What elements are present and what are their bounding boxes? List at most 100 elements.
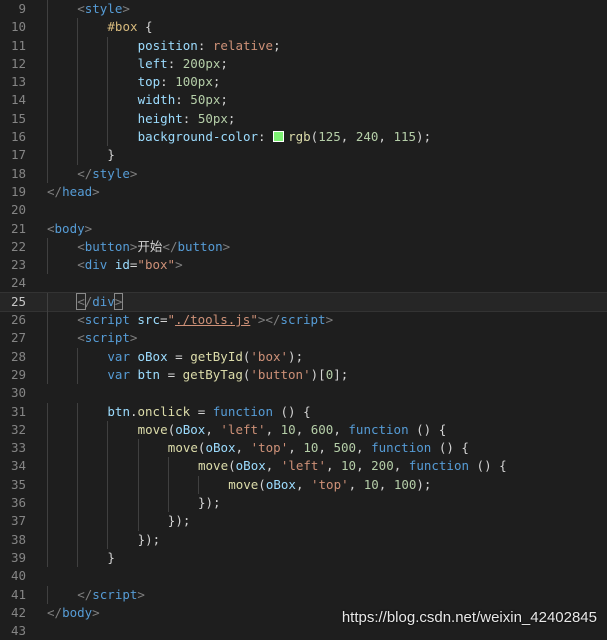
indent-guide xyxy=(167,494,169,513)
code-line[interactable]: 31 btn.onclick = function () { xyxy=(0,402,607,421)
code-line[interactable]: 12 left: 200px; xyxy=(0,54,607,74)
line-number: 37 xyxy=(10,513,26,529)
token-tag: style xyxy=(92,165,130,181)
token-str: " xyxy=(250,312,258,328)
code-text: background-color: rgb(125, 240, 115); xyxy=(138,128,432,146)
indent-guide xyxy=(47,329,48,348)
token-text: , xyxy=(356,440,372,456)
token-text: ; xyxy=(273,37,281,53)
code-line[interactable]: 9 <style> xyxy=(0,0,607,19)
token-text: }); xyxy=(167,513,191,529)
code-line[interactable]: 35 move(oBox, 'top', 10, 100); xyxy=(0,475,607,495)
code-line[interactable]: 36}); xyxy=(0,494,607,513)
code-line[interactable]: 17} xyxy=(0,146,607,165)
code-line[interactable]: 16 background-color: rgb(125, 240, 115); xyxy=(0,128,607,147)
token-text: }); xyxy=(198,495,221,511)
token-punc: </ xyxy=(77,586,93,602)
code-line[interactable]: 27 <script> xyxy=(0,329,607,348)
indent-guide xyxy=(77,109,79,129)
token-str: 'top' xyxy=(250,440,289,456)
code-line[interactable]: 19 </head> xyxy=(0,183,607,201)
token-num: 50px xyxy=(190,92,221,108)
code-line[interactable]: 37}); xyxy=(0,512,607,531)
line-number: 27 xyxy=(10,330,26,346)
token-text: , xyxy=(340,129,356,145)
token-num: 200px xyxy=(182,55,221,71)
code-line[interactable]: 25 </div> xyxy=(0,291,607,313)
code-text: position: relative; xyxy=(138,37,281,55)
token-punc: < xyxy=(77,330,85,346)
code-line[interactable]: 28 var oBox = getById('box'); xyxy=(0,347,607,366)
line-number: 28 xyxy=(10,348,26,364)
code-line[interactable]: 22 <button>开始</button> xyxy=(0,237,607,257)
code-line[interactable]: 41 </script> xyxy=(0,585,607,604)
code-text: move(oBox, 'top', 10, 100); xyxy=(228,476,431,494)
code-line[interactable]: 40 xyxy=(0,567,607,585)
code-text: var btn = getByTag('button')[0]; xyxy=(107,366,348,384)
line-number: 20 xyxy=(10,202,26,218)
token-attr: oBox xyxy=(265,476,296,492)
token-fn: rgb xyxy=(288,129,311,145)
indent-guide xyxy=(77,475,79,495)
code-line[interactable]: 39} xyxy=(0,548,607,568)
indent-guide xyxy=(77,439,79,458)
line-number: 25 xyxy=(10,293,26,309)
code-line[interactable]: 38}); xyxy=(0,530,607,549)
code-text: </body> xyxy=(47,604,100,622)
code-editor[interactable]: 9 <style> 10 #box {11 position: relative; 12 l… xyxy=(0,0,607,638)
code-line[interactable]: 14 width: 50px; xyxy=(0,91,607,110)
code-line[interactable]: 21 <body> xyxy=(0,220,607,238)
token-text: }); xyxy=(137,531,161,547)
line-number: 33 xyxy=(10,440,26,456)
token-punc: > xyxy=(92,604,100,620)
line-number: 24 xyxy=(10,275,26,291)
token-attr: oBox xyxy=(205,440,236,456)
token-num: 10 xyxy=(303,440,319,456)
indent-guide xyxy=(107,91,109,110)
indent-guide xyxy=(47,128,48,147)
token-num: 10 xyxy=(341,458,357,474)
token-text: , xyxy=(318,440,334,456)
token-text: , xyxy=(378,476,394,492)
indent-guide xyxy=(107,54,109,74)
token-attr: oBox xyxy=(175,421,206,437)
code-line[interactable]: 26 <script src="./tools.js"></script> xyxy=(0,311,607,330)
code-line[interactable]: 29 var btn = getByTag('button')[0]; xyxy=(0,365,607,385)
indent-guide xyxy=(47,109,48,129)
code-line[interactable]: 34 move(oBox, 'left', 10, 200, function (… xyxy=(0,457,607,476)
indent-guide xyxy=(47,18,48,37)
indent-guide xyxy=(47,365,48,385)
code-text: </script> xyxy=(77,586,145,604)
indent-guide xyxy=(47,548,48,568)
token-fn: getById xyxy=(190,348,243,364)
indent-guide xyxy=(47,36,48,55)
code-line[interactable]: 20 xyxy=(0,201,607,219)
color-swatch-icon[interactable] xyxy=(273,131,285,143)
indent-guide xyxy=(77,420,79,440)
indent-guide xyxy=(47,585,48,604)
code-line[interactable]: 10 #box { xyxy=(0,18,607,37)
code-text: <script> xyxy=(77,329,137,347)
token-punc: > xyxy=(325,312,334,328)
token-text: ( xyxy=(258,476,266,492)
token-kw: var xyxy=(107,348,130,364)
token-num: 100px xyxy=(175,74,213,90)
token-text: , xyxy=(265,421,281,437)
code-line[interactable]: 33 move(oBox, 'top', 10, 500, function ()… xyxy=(0,439,607,458)
code-line[interactable]: 18 </style> xyxy=(0,164,607,183)
indent-guide xyxy=(47,54,48,74)
line-number: 17 xyxy=(10,147,26,163)
indent-guide xyxy=(107,73,109,92)
indent-guide xyxy=(47,0,48,19)
code-line[interactable]: 11 position: relative; xyxy=(0,36,607,55)
code-text: <script src="./tools.js"></script> xyxy=(77,311,333,329)
code-line[interactable]: 32 move(oBox, 'left', 10, 600, function (… xyxy=(0,420,607,440)
token-attr: oBox xyxy=(137,348,168,364)
code-line[interactable]: 24 xyxy=(0,274,607,292)
code-line[interactable]: 30 xyxy=(0,384,607,402)
indent-guide xyxy=(47,292,48,312)
code-line[interactable]: 13 top: 100px; xyxy=(0,73,607,92)
code-line[interactable]: 23 <div id="box"> xyxy=(0,256,607,275)
code-line[interactable]: 15 height: 50px; xyxy=(0,109,607,129)
